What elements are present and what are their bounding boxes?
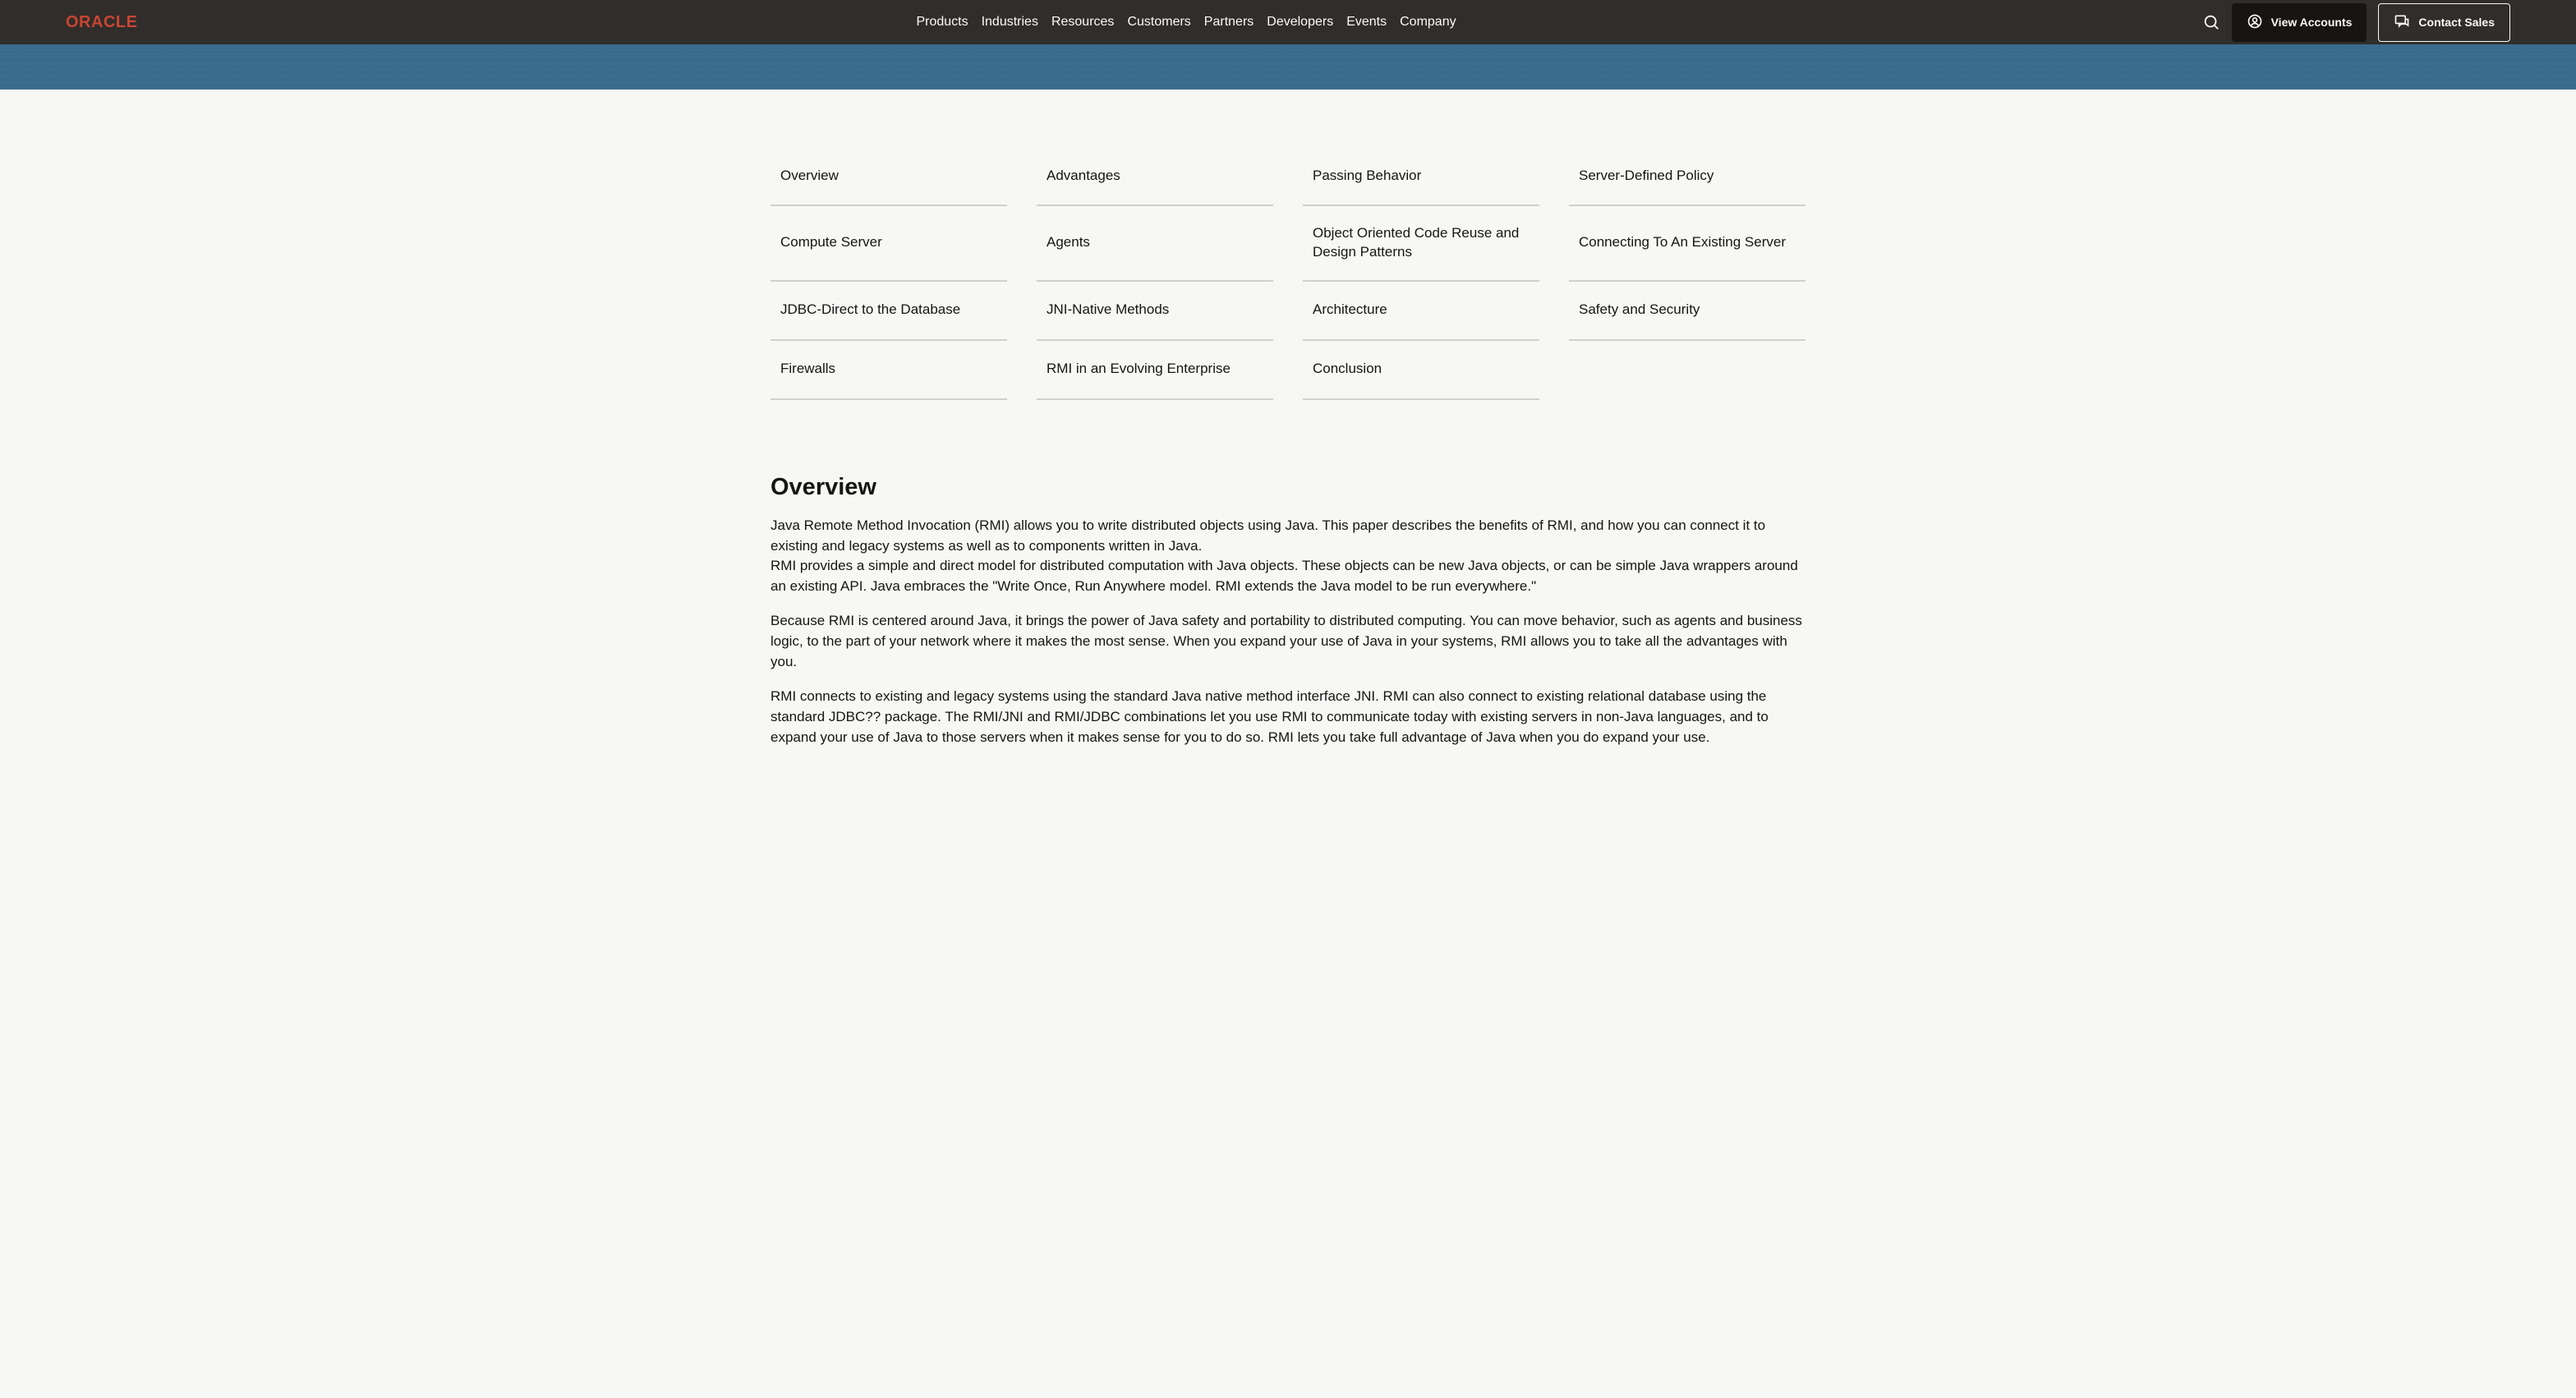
nav-partners[interactable]: Partners bbox=[1204, 8, 1254, 36]
view-accounts-button[interactable]: View Accounts bbox=[2232, 3, 2367, 42]
search-icon[interactable] bbox=[2202, 13, 2220, 31]
toc-advantages[interactable]: Advantages bbox=[1037, 147, 1273, 206]
nav-events[interactable]: Events bbox=[1346, 8, 1387, 36]
chat-icon bbox=[2394, 13, 2410, 32]
toc-overview[interactable]: Overview bbox=[770, 147, 1007, 206]
overview-paragraph-3: Because RMI is centered around Java, it … bbox=[770, 611, 1806, 672]
overview-paragraph-1: Java Remote Method Invocation (RMI) allo… bbox=[770, 516, 1806, 556]
header-actions: View Accounts Contact Sales bbox=[2202, 3, 2510, 42]
nav-customers[interactable]: Customers bbox=[1127, 8, 1190, 36]
contact-sales-label: Contact Sales bbox=[2418, 16, 2495, 29]
nav-industries[interactable]: Industries bbox=[982, 8, 1038, 36]
toc-server-defined-policy[interactable]: Server-Defined Policy bbox=[1569, 147, 1806, 206]
primary-nav: Products Industries Resources Customers … bbox=[170, 8, 2201, 36]
table-of-contents: Overview Advantages Passing Behavior Ser… bbox=[770, 90, 1806, 433]
toc-compute-server[interactable]: Compute Server bbox=[770, 206, 1007, 282]
toc-conclusion[interactable]: Conclusion bbox=[1303, 341, 1539, 400]
account-icon bbox=[2247, 13, 2263, 32]
oracle-logo[interactable]: ORACLE bbox=[66, 13, 137, 32]
toc-oo-code-reuse[interactable]: Object Oriented Code Reuse and Design Pa… bbox=[1303, 206, 1539, 282]
overview-paragraph-2: RMI provides a simple and direct model f… bbox=[770, 556, 1806, 596]
toc-architecture[interactable]: Architecture bbox=[1303, 282, 1539, 341]
toc-jdbc-direct[interactable]: JDBC-Direct to the Database bbox=[770, 282, 1007, 341]
nav-resources[interactable]: Resources bbox=[1051, 8, 1114, 36]
nav-company[interactable]: Company bbox=[1400, 8, 1456, 36]
article-body: Overview Java Remote Method Invocation (… bbox=[770, 433, 1806, 747]
hero-band bbox=[0, 44, 2576, 90]
nav-developers[interactable]: Developers bbox=[1267, 8, 1333, 36]
toc-agents[interactable]: Agents bbox=[1037, 206, 1273, 282]
toc-jni-native[interactable]: JNI-Native Methods bbox=[1037, 282, 1273, 341]
toc-rmi-evolving[interactable]: RMI in an Evolving Enterprise bbox=[1037, 341, 1273, 400]
toc-connecting-existing-server[interactable]: Connecting To An Existing Server bbox=[1569, 206, 1806, 282]
toc-firewalls[interactable]: Firewalls bbox=[770, 341, 1007, 400]
toc-passing-behavior[interactable]: Passing Behavior bbox=[1303, 147, 1539, 206]
nav-products[interactable]: Products bbox=[916, 8, 968, 36]
toc-safety-security[interactable]: Safety and Security bbox=[1569, 282, 1806, 341]
site-header: ORACLE Products Industries Resources Cus… bbox=[0, 0, 2576, 44]
section-heading-overview: Overview bbox=[770, 474, 1806, 501]
view-accounts-label: View Accounts bbox=[2271, 16, 2353, 29]
contact-sales-button[interactable]: Contact Sales bbox=[2378, 3, 2510, 42]
overview-paragraph-4: RMI connects to existing and legacy syst… bbox=[770, 687, 1806, 747]
